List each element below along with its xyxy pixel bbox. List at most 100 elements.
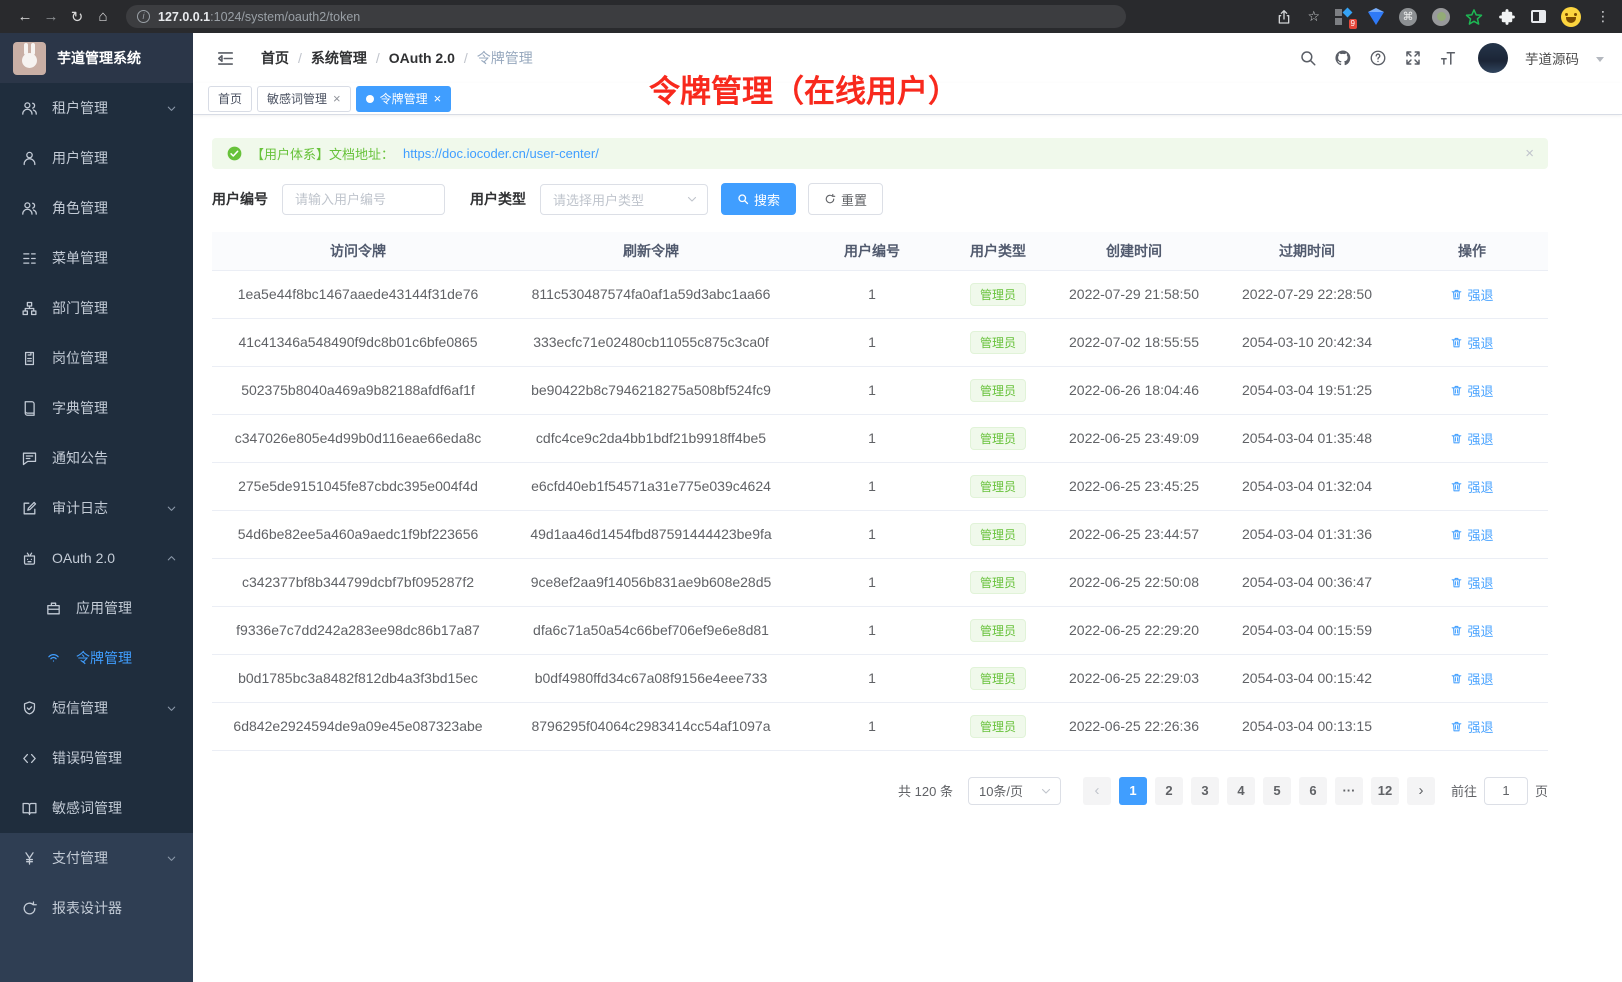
breadcrumb-item[interactable]: 令牌管理 — [477, 48, 533, 68]
page-size-select[interactable]: 10条/页 — [968, 777, 1061, 805]
github-icon[interactable] — [1334, 49, 1352, 67]
user-avatar[interactable] — [1478, 43, 1508, 73]
total-count: 共 120 条 — [898, 781, 953, 800]
extension-star-icon[interactable] — [1465, 8, 1483, 26]
user-type-badge: 管理员 — [970, 715, 1026, 738]
page-button[interactable]: ··· — [1335, 777, 1363, 805]
breadcrumb-item[interactable]: 首页 / — [261, 48, 311, 68]
refresh-token-cell: dfa6c71a50a54c66bef706ef9e6e8d81 — [504, 606, 798, 654]
sidebar-item[interactable]: 敏感词管理 — [0, 783, 193, 833]
bookmark-star-icon[interactable]: ☆ — [1307, 8, 1320, 25]
sidebar-item[interactable]: 应用管理 — [0, 583, 193, 633]
close-icon[interactable]: × — [333, 92, 341, 105]
refresh-token-cell: 49d1aa46d1454fbd87591444423be9fa — [504, 510, 798, 558]
page-button[interactable]: 12 — [1371, 777, 1399, 805]
app-icon — [45, 600, 62, 617]
sidebar-item[interactable]: 部门管理 — [0, 283, 193, 333]
user-type-select[interactable]: 请选择用户类型 — [540, 184, 708, 215]
force-logout-button[interactable]: 强退 — [1450, 573, 1493, 592]
extension-gem-icon[interactable] — [1368, 12, 1384, 25]
caret-down-icon[interactable] — [1596, 57, 1604, 62]
alert-link[interactable]: https://doc.iocoder.cn/user-center/ — [403, 146, 599, 161]
site-info-icon[interactable]: i — [137, 10, 150, 23]
access-token-cell: 6d842e2924594de9a09e45e087323abe — [212, 702, 504, 750]
page-button[interactable]: 6 — [1299, 777, 1327, 805]
sidebar-item[interactable]: 租户管理 — [0, 83, 193, 133]
reset-button[interactable]: 重置 — [808, 183, 883, 215]
fullscreen-icon[interactable] — [1404, 49, 1422, 67]
sidebar-fold-icon[interactable] — [216, 49, 235, 68]
sidebar-item[interactable]: 支付管理 — [0, 833, 193, 883]
prev-page-button[interactable]: ‹ — [1083, 777, 1111, 805]
search-button[interactable]: 搜索 — [721, 183, 796, 215]
sidebar-item[interactable]: OAuth 2.0 — [0, 533, 193, 583]
sidebar-item[interactable]: 岗位管理 — [0, 333, 193, 383]
sidebar-item[interactable]: 用户管理 — [0, 133, 193, 183]
roles-icon — [21, 200, 38, 217]
column-header: 创建时间 — [1050, 232, 1218, 270]
page-button[interactable]: 3 — [1191, 777, 1219, 805]
sidebar-item-label: 部门管理 — [52, 298, 108, 318]
force-logout-button[interactable]: 强退 — [1450, 333, 1493, 352]
force-logout-button[interactable]: 强退 — [1450, 429, 1493, 448]
force-logout-button[interactable]: 强退 — [1450, 285, 1493, 304]
close-icon[interactable]: × — [434, 92, 442, 105]
force-logout-button[interactable]: 强退 — [1450, 477, 1493, 496]
alert-close-icon[interactable]: × — [1525, 145, 1534, 162]
page-button[interactable]: 4 — [1227, 777, 1255, 805]
sidebar-item[interactable]: 通知公告 — [0, 433, 193, 483]
tab[interactable]: 敏感词管理 × — [257, 86, 351, 112]
force-logout-button[interactable]: 强退 — [1450, 525, 1493, 544]
help-icon[interactable] — [1369, 49, 1387, 67]
address-bar[interactable]: i 127.0.0.1:1024/system/oauth2/token — [126, 5, 1126, 28]
tab[interactable]: 首页 — [208, 86, 252, 112]
sidebar-item[interactable]: 字典管理 — [0, 383, 193, 433]
goto-page-input[interactable] — [1484, 777, 1528, 805]
page-button[interactable]: 5 — [1263, 777, 1291, 805]
sidebar-item[interactable]: 错误码管理 — [0, 733, 193, 783]
extension-puzzle-icon[interactable] — [1498, 8, 1516, 26]
share-icon[interactable] — [1276, 9, 1292, 25]
sidebar-item[interactable]: 菜单管理 — [0, 233, 193, 283]
app-logo[interactable]: 芋道管理系统 — [0, 33, 193, 83]
user-id-input[interactable] — [282, 184, 445, 215]
browser-reload-icon[interactable]: ↻ — [64, 8, 90, 26]
side-panel-icon[interactable] — [1531, 10, 1546, 23]
page-button[interactable]: 2 — [1155, 777, 1183, 805]
profile-avatar-icon[interactable] — [1561, 7, 1581, 27]
browser-forward-icon[interactable]: → — [38, 8, 64, 25]
sidebar-item[interactable]: 角色管理 — [0, 183, 193, 233]
dict-icon — [21, 400, 38, 417]
breadcrumb-item[interactable]: 系统管理 / — [311, 48, 389, 68]
browser-home-icon[interactable]: ⌂ — [90, 8, 116, 25]
force-logout-button[interactable]: 强退 — [1450, 717, 1493, 736]
sidebar-item[interactable]: 报表设计器 — [0, 883, 193, 933]
sidebar-item-label: 菜单管理 — [52, 248, 108, 268]
chevron-down-icon — [166, 103, 177, 114]
breadcrumb-separator: / — [376, 50, 380, 66]
browser-menu-icon[interactable]: ⋮ — [1596, 8, 1610, 25]
sidebar-item[interactable]: 审计日志 — [0, 483, 193, 533]
sidebar-item-label: 报表设计器 — [52, 898, 122, 918]
sidebar-item[interactable]: 短信管理 — [0, 683, 193, 733]
expire-time-cell: 2054-03-04 01:32:04 — [1218, 462, 1396, 510]
tab[interactable]: 令牌管理 × — [356, 86, 452, 112]
user-id-cell: 1 — [798, 654, 946, 702]
font-size-icon[interactable] — [1439, 49, 1457, 67]
force-logout-button[interactable]: 强退 — [1450, 381, 1493, 400]
page-button[interactable]: 1 — [1119, 777, 1147, 805]
search-icon[interactable] — [1299, 49, 1317, 67]
access-token-cell: 41c41346a548490f9dc8b01c6bfe0865 — [212, 318, 504, 366]
extension-record-icon[interactable] — [1432, 8, 1450, 26]
breadcrumb-item[interactable]: OAuth 2.0 / — [389, 50, 477, 66]
sidebar-item[interactable]: 令牌管理 — [0, 633, 193, 683]
extension-blocks-icon[interactable]: 9 — [1335, 8, 1353, 26]
next-page-button[interactable]: › — [1407, 777, 1435, 805]
browser-back-icon[interactable]: ← — [12, 8, 38, 25]
extension-command-icon[interactable]: ⌘ — [1399, 8, 1417, 26]
force-logout-button[interactable]: 强退 — [1450, 669, 1493, 688]
username[interactable]: 芋道源码 — [1525, 48, 1579, 68]
force-logout-button[interactable]: 强退 — [1450, 621, 1493, 640]
created-time-cell: 2022-06-25 22:50:08 — [1050, 558, 1218, 606]
refresh-token-cell: b0df4980ffd34c67a08f9156e4eee733 — [504, 654, 798, 702]
